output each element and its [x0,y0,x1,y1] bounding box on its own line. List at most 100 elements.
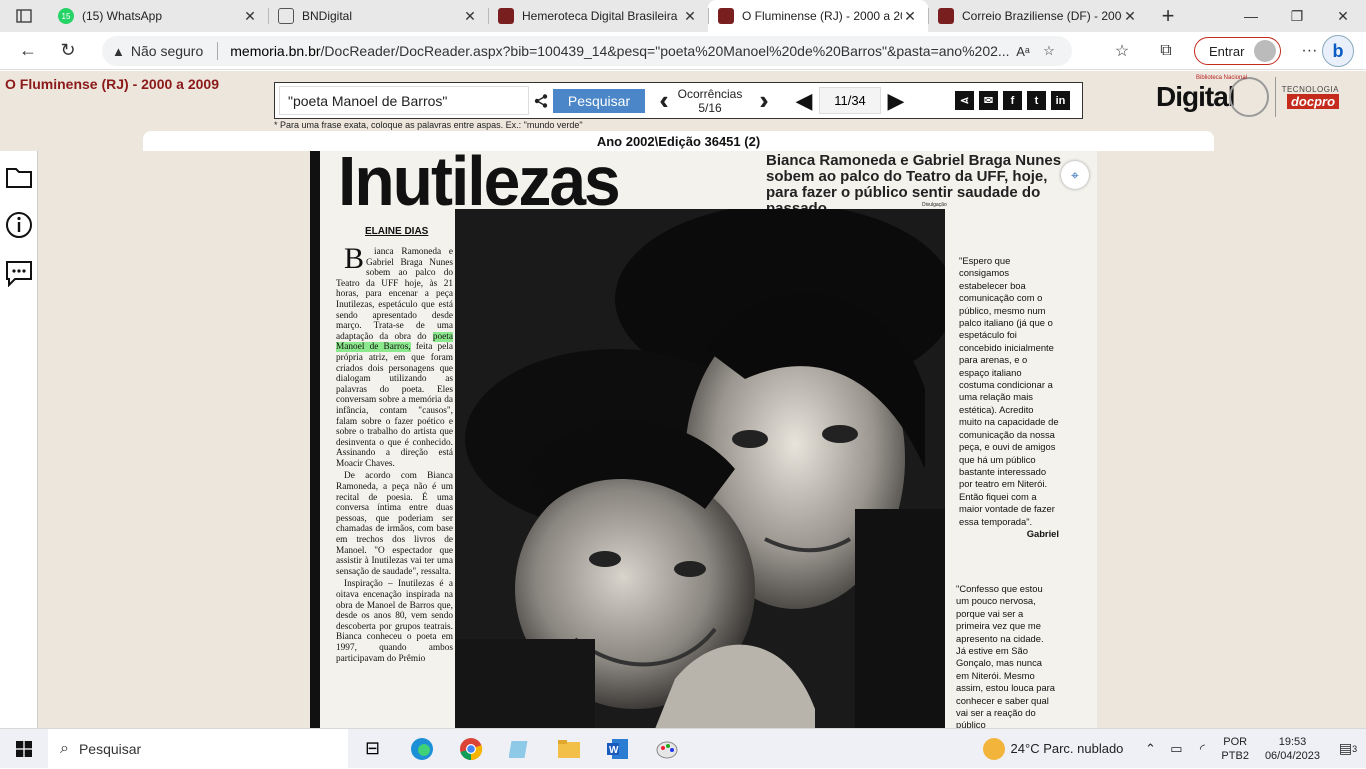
article-byline: ELAINE DIAS [365,226,429,237]
avatar [1254,40,1277,62]
address-toolbar: ← ↻ ▲ Não seguro memoria.bn.br/DocReader… [0,32,1366,70]
close-tab-icon[interactable]: ✕ [902,8,918,25]
battery-icon[interactable]: ▭ [1163,741,1189,757]
search-icon: ⌕ [60,739,69,757]
page-current: 11 [834,93,848,108]
visual-search-icon[interactable]: ⌖ [1061,161,1089,189]
bn-icon [498,8,514,24]
tab-title: Correio Braziliense (DF) - 2000 [962,9,1122,23]
tab-title: O Fluminense (RJ) - 2000 a 2009 [742,9,902,23]
paint-icon[interactable] [642,729,691,769]
drop-cap: B [344,242,365,275]
bn-icon [718,8,734,24]
notepad-icon[interactable] [495,729,544,769]
tab-o-fluminense[interactable]: O Fluminense (RJ) - 2000 a 2009 ✕ [708,0,928,32]
signin-label: Entrar [1209,43,1245,59]
word-icon[interactable]: W [593,729,642,769]
close-tab-icon[interactable]: ✕ [1122,8,1138,25]
weather-widget[interactable]: 24°C Parc. nublado [982,737,1123,760]
url-host: memoria.bn.br [230,43,321,59]
search-input[interactable] [279,86,529,115]
next-page-icon[interactable]: ▶ [881,88,911,114]
linkedin-icon[interactable]: in [1051,91,1070,110]
search-button[interactable]: Pesquisar [553,88,645,113]
file-explorer-icon[interactable] [544,729,593,769]
bing-icon[interactable]: b [1322,35,1354,67]
url-path: /DocReader/DocReader.aspx?bib=100439_14&… [320,43,1010,59]
viewer-sidebar [0,151,38,728]
email-icon[interactable]: ✉ [979,91,998,110]
occurrences-value: 5/16 [698,100,722,115]
clock-date: 06/04/2023 [1264,749,1320,762]
restore-icon[interactable]: ❐ [1274,0,1320,32]
close-tab-icon[interactable]: ✕ [682,8,698,25]
article-body: Bianca Ramoneda e Gabriel Braga Nunes so… [336,242,453,666]
wifi-icon[interactable]: ◜ [1189,741,1215,757]
task-view-icon[interactable]: ⊟ [348,729,397,769]
quote-text: "Espero que consigamos estabelecer boa c… [959,255,1059,527]
share-icon[interactable]: ⋖ [955,91,974,110]
security-label[interactable]: Não seguro [131,43,203,59]
logo-subtitle: Biblioteca Nacional [1196,75,1248,81]
tab-title: (15) WhatsApp [82,9,163,23]
article-paragraph: De acordo com Bianca Ramoneda, a peça nã… [336,471,453,577]
page-border [310,151,320,728]
back-icon[interactable]: ← [8,34,48,68]
newspaper-page[interactable]: Inutilezas Bianca Ramoneda e Gabriel Bra… [310,151,1097,728]
tab-whatsapp[interactable]: 15 (15) WhatsApp ✕ [48,0,268,32]
occurrences: Ocorrências 5/16 [675,87,745,115]
read-aloud-icon[interactable]: Aᵃ [1010,44,1036,59]
url-text[interactable]: memoria.bn.br/DocReader/DocReader.aspx?b… [230,43,1010,59]
article-paragraph: Bianca Ramoneda e Gabriel Braga Nunes so… [336,242,453,469]
tab-correio-braziliense[interactable]: Correio Braziliense (DF) - 2000 ✕ [928,0,1148,32]
close-window-icon[interactable]: ✕ [1320,0,1366,32]
taskbar-search-label: Pesquisar [78,740,142,757]
clock[interactable]: 19:53 06/04/2023 [1265,735,1320,763]
viewer-page: O Fluminense (RJ) - 2000 a 2009 Pesquisa… [0,71,1366,728]
tech-label: TECNOLOGIA [1281,85,1340,94]
chevron-up-icon[interactable]: ⌃ [1137,741,1163,757]
logo-text: Digital [1156,81,1236,112]
close-tab-icon[interactable]: ✕ [462,8,478,25]
whatsapp-icon: 15 [58,8,74,24]
previous-occurrence-icon[interactable]: ‹‹ [645,85,675,116]
new-tab-plus-icon[interactable]: + [1148,0,1188,32]
signin-button[interactable]: Entrar [1194,37,1282,65]
search-hint: * Para uma frase exata, coloque as palav… [274,120,583,130]
url-separator [217,42,219,60]
browser-tools: ☆ ⧉ Entrar ··· [1100,36,1331,66]
weather-icon [982,737,1005,760]
facebook-icon[interactable]: f [1003,91,1022,110]
edge-icon[interactable] [397,729,446,769]
warning-icon[interactable]: ▲ [112,44,125,59]
add-favorite-icon[interactable]: ☆ [1036,43,1062,59]
taskbar-search[interactable]: ⌕ Pesquisar [48,728,348,769]
next-occurrence-icon[interactable]: ›› [745,85,775,116]
folder-icon[interactable] [0,153,38,201]
minimize-icon[interactable]: — [1228,0,1274,32]
windows-start-icon[interactable] [0,729,48,769]
article-dek: Bianca Ramoneda e Gabriel Braga Nunes so… [766,152,1062,217]
refresh-icon[interactable]: ↻ [48,34,88,68]
chrome-icon[interactable] [446,729,495,769]
close-tab-icon[interactable]: ✕ [242,8,258,25]
tab-actions-icon[interactable] [0,0,48,32]
comments-icon[interactable] [0,249,38,297]
page-number-field[interactable]: 11/34 [819,87,881,114]
collections-icon[interactable]: ⧉ [1144,36,1188,66]
notifications-icon[interactable]: ▤ 3 [1330,740,1366,757]
windows-taskbar: ⌕ Pesquisar ⊟ W 24°C Parc. nublado ⌃ ▭ ◜… [0,728,1366,769]
url-bar[interactable]: ▲ Não seguro memoria.bn.br/DocReader/Doc… [102,36,1072,66]
tab-bndigital[interactable]: BNDigital ✕ [268,0,488,32]
quote-gabriel: "Espero que consigamos estabelecer boa c… [959,255,1059,540]
favorites-icon[interactable]: ☆ [1100,36,1144,66]
browser-tab-bar: 15 (15) WhatsApp ✕ BNDigital ✕ Hemerotec… [0,0,1366,32]
tab-hemeroteca[interactable]: Hemeroteca Digital Brasileira ✕ [488,0,708,32]
previous-page-icon[interactable]: ◀ [789,88,819,114]
twitter-icon[interactable]: t [1027,91,1046,110]
language-indicator[interactable]: POR PTB2 [1221,735,1249,763]
bn-icon [938,8,954,24]
share-icon[interactable] [531,93,551,108]
info-icon[interactable] [0,201,38,249]
edition-label: Ano 2002\Edição 36451 (2) [143,131,1214,151]
